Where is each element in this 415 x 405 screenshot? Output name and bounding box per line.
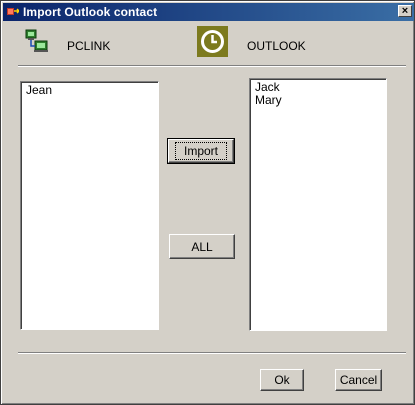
app-icon xyxy=(7,8,19,15)
import-outlook-dialog: Import Outlook contact × PCLINK OUTLOOK … xyxy=(0,0,415,405)
import-button-label: Import xyxy=(174,142,227,160)
window-title: Import Outlook contact xyxy=(23,5,158,19)
title-bar[interactable]: Import Outlook contact × xyxy=(3,3,414,21)
import-all-button[interactable]: ALL xyxy=(169,234,235,259)
outlook-label: OUTLOOK xyxy=(247,39,306,53)
cancel-button-label: Cancel xyxy=(339,373,378,387)
all-button-label: ALL xyxy=(191,239,213,254)
bottom-divider xyxy=(18,352,406,354)
cancel-button[interactable]: Cancel xyxy=(335,369,382,391)
outlook-icon xyxy=(197,26,228,57)
outlook-clock-icon xyxy=(201,30,224,53)
list-item[interactable]: Mary xyxy=(250,94,386,107)
pclink-contact-list[interactable]: Jean xyxy=(20,81,159,330)
close-icon: × xyxy=(401,5,409,17)
top-divider xyxy=(18,65,406,67)
close-button[interactable]: × xyxy=(398,5,412,17)
pclink-icon xyxy=(25,29,48,52)
list-item[interactable]: Jean xyxy=(21,84,158,97)
import-button[interactable]: Import xyxy=(167,138,235,164)
ok-button-label: Ok xyxy=(274,373,290,387)
pclink-label: PCLINK xyxy=(67,39,111,53)
outlook-contact-list[interactable]: Jack Mary xyxy=(249,78,387,331)
ok-button[interactable]: Ok xyxy=(260,369,304,391)
